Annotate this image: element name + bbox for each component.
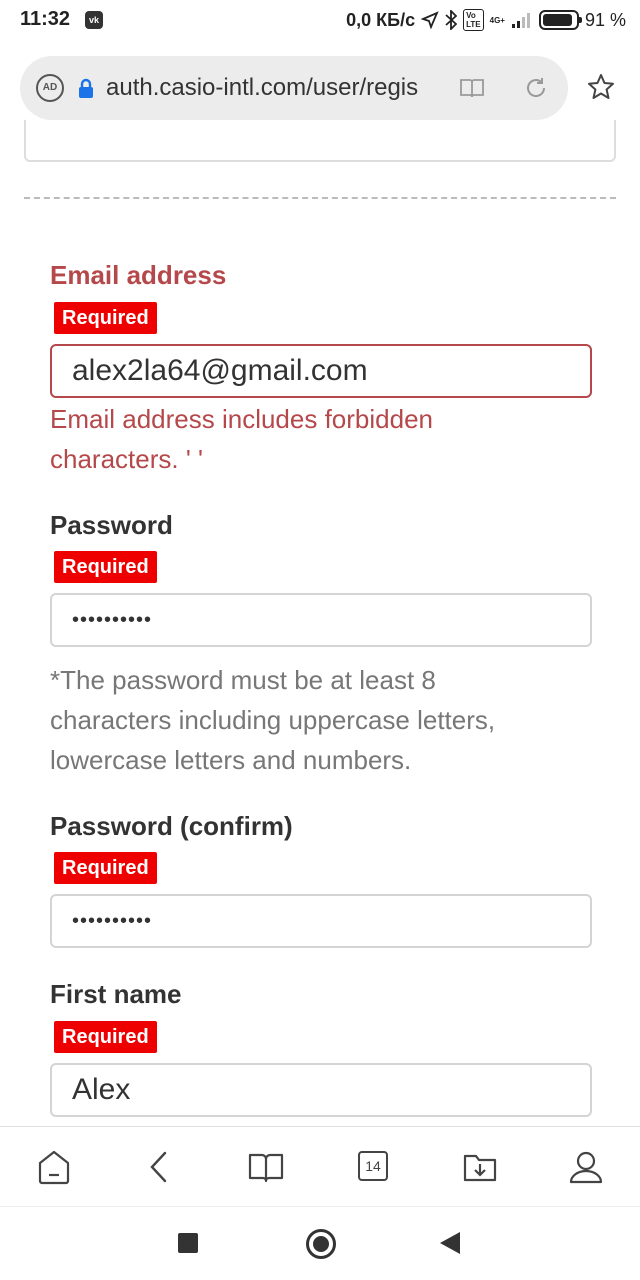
signal-icon bbox=[511, 13, 530, 28]
network-type: 4G+ bbox=[489, 15, 505, 25]
password-label: Password bbox=[50, 510, 173, 540]
password-confirm-field[interactable]: •••••••••• bbox=[50, 894, 592, 948]
bluetooth-icon bbox=[445, 10, 458, 30]
back-button[interactable] bbox=[440, 1232, 460, 1254]
battery-icon bbox=[538, 10, 582, 30]
first-name-required-badge: Required bbox=[54, 1021, 157, 1053]
vk-icon: vk bbox=[85, 11, 103, 29]
password-hint-line2: characters including uppercase letters, bbox=[50, 705, 496, 735]
tabs-count[interactable]: 14 bbox=[358, 1151, 388, 1181]
first-name-label: First name bbox=[50, 979, 182, 1009]
back-icon[interactable] bbox=[140, 1147, 180, 1187]
network-speed: 0,0 КБ/с bbox=[346, 9, 416, 30]
lock-icon bbox=[79, 78, 93, 98]
status-indicators: 0,0 КБ/с Vo LTE 4G+ 91 % bbox=[346, 8, 626, 32]
recents-button[interactable] bbox=[178, 1233, 198, 1253]
email-error: Email address includes forbidden charact… bbox=[50, 399, 610, 479]
password-required-badge: Required bbox=[54, 551, 157, 583]
url-text[interactable]: auth.casio-intl.com/user/regis bbox=[106, 74, 446, 102]
star-icon[interactable] bbox=[586, 72, 616, 102]
address-bar[interactable]: AD auth.casio-intl.com/user/regis bbox=[20, 56, 568, 120]
reader-mode-icon[interactable] bbox=[458, 74, 486, 102]
email-error-line2: characters. ' ' bbox=[50, 444, 203, 474]
previous-field[interactable] bbox=[24, 120, 616, 162]
tabs-icon[interactable]: 14 bbox=[358, 1151, 398, 1191]
downloads-icon[interactable] bbox=[460, 1147, 500, 1187]
adblock-icon[interactable]: AD bbox=[36, 74, 64, 102]
password-field[interactable]: •••••••••• bbox=[50, 593, 592, 647]
volte-icon: Vo LTE bbox=[463, 9, 484, 31]
email-required-badge: Required bbox=[54, 302, 157, 334]
email-field[interactable]: alex2la64@gmail.com bbox=[50, 344, 592, 398]
password-hint-line3: lowercase letters and numbers. bbox=[50, 745, 412, 775]
first-name-field[interactable]: Alex bbox=[50, 1063, 592, 1117]
home-icon[interactable] bbox=[34, 1147, 74, 1187]
status-bar: 11:32 vk 0,0 КБ/с Vo LTE 4G+ 91 % bbox=[0, 0, 640, 42]
status-time: 11:32 bbox=[20, 8, 71, 30]
reload-icon[interactable] bbox=[522, 74, 550, 102]
home-button[interactable] bbox=[306, 1229, 336, 1259]
section-divider bbox=[24, 197, 616, 199]
browser-toolbar: 14 bbox=[0, 1126, 640, 1206]
battery-fill bbox=[542, 14, 573, 26]
password-confirm-required-badge: Required bbox=[54, 852, 157, 884]
email-label: Email address bbox=[50, 260, 227, 290]
password-hint: *The password must be at least 8 charact… bbox=[50, 660, 610, 780]
password-hint-line1: *The password must be at least 8 bbox=[50, 665, 436, 695]
bookmarks-icon[interactable] bbox=[246, 1147, 286, 1187]
battery-percent: 91 % bbox=[584, 9, 626, 30]
email-error-line1: Email address includes forbidden bbox=[50, 404, 433, 434]
location-icon bbox=[421, 11, 439, 29]
system-nav-bar bbox=[0, 1206, 640, 1280]
password-confirm-label: Password (confirm) bbox=[50, 811, 293, 841]
profile-icon[interactable] bbox=[566, 1147, 606, 1187]
